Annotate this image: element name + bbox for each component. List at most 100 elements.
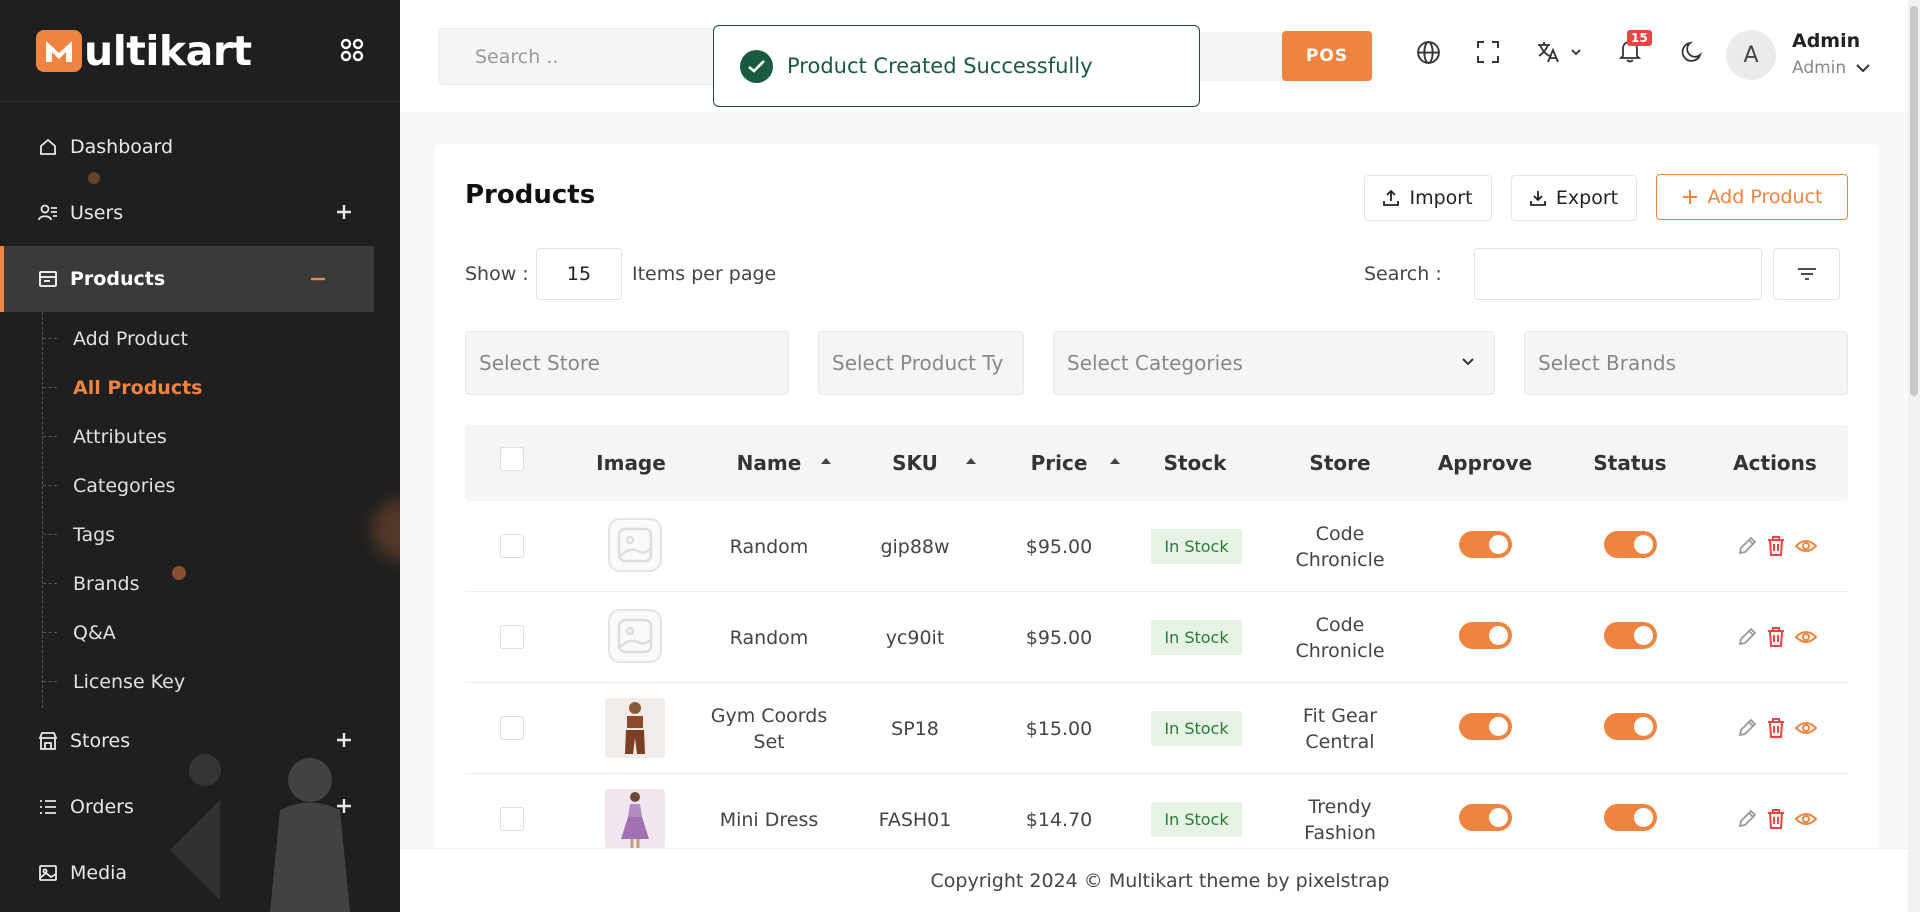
check-circle-icon <box>740 49 773 83</box>
translate-icon[interactable] <box>1536 40 1584 64</box>
chevron-down-icon <box>1462 358 1474 366</box>
row-checkbox[interactable] <box>500 534 524 558</box>
pos-button[interactable]: POS <box>1282 31 1372 81</box>
row-checkbox[interactable] <box>500 716 524 740</box>
view-eye-icon[interactable] <box>1795 536 1817 556</box>
sort-up-icon[interactable] <box>1109 457 1121 465</box>
submenu-attributes[interactable]: Attributes <box>43 412 400 461</box>
filter-button[interactable] <box>1773 248 1840 300</box>
product-price: $15.00 <box>1025 718 1093 740</box>
add-product-button[interactable]: Add Product <box>1656 174 1848 220</box>
import-button[interactable]: Import <box>1364 175 1492 221</box>
user-role[interactable]: Admin <box>1792 58 1870 78</box>
col-approve: Approve <box>1437 451 1533 475</box>
users-icon <box>38 203 58 223</box>
product-thumbnail <box>605 698 665 758</box>
edit-pencil-icon[interactable] <box>1737 809 1757 829</box>
sidebar: ultikart Dashboard Users Products Add Pr… <box>0 0 400 912</box>
sidebar-item-label: Media <box>70 862 128 884</box>
logo[interactable]: ultikart <box>36 27 252 75</box>
select-all-checkbox[interactable] <box>500 447 524 471</box>
dark-mode-moon-icon[interactable] <box>1680 40 1704 64</box>
sidebar-header: ultikart <box>0 0 400 102</box>
approve-toggle[interactable] <box>1459 804 1512 831</box>
page-scrollbar[interactable] <box>1908 0 1920 912</box>
sidebar-item-label: Users <box>70 202 124 224</box>
status-toggle[interactable] <box>1604 622 1657 649</box>
collapse-minus-icon[interactable] <box>310 276 326 282</box>
sort-up-icon[interactable] <box>820 457 832 465</box>
sidebar-item-users[interactable]: Users <box>0 180 400 246</box>
avatar[interactable]: A <box>1726 30 1776 80</box>
submenu-qa[interactable]: Q&A <box>43 608 400 657</box>
submenu-tags[interactable]: Tags <box>43 510 400 559</box>
upload-icon <box>1383 190 1400 206</box>
sidebar-item-products[interactable]: Products <box>0 246 374 312</box>
export-button[interactable]: Export <box>1511 175 1637 221</box>
view-eye-icon[interactable] <box>1795 718 1817 738</box>
product-thumbnail <box>605 789 665 849</box>
edit-pencil-icon[interactable] <box>1737 536 1757 556</box>
select-store[interactable]: Select Store <box>465 331 789 395</box>
sidebar-illustration <box>170 754 350 912</box>
row-checkbox[interactable] <box>500 625 524 649</box>
product-name: Gym Coords Set <box>710 705 828 753</box>
edit-pencil-icon[interactable] <box>1737 718 1757 738</box>
submenu-brands[interactable]: Brands <box>43 559 400 608</box>
app-grid-icon[interactable] <box>340 38 364 62</box>
plus-icon <box>1682 189 1698 205</box>
status-toggle[interactable] <box>1604 804 1657 831</box>
product-sku: yc90it <box>885 627 945 649</box>
sort-up-icon[interactable] <box>965 457 977 465</box>
row-checkbox[interactable] <box>500 807 524 831</box>
image-icon <box>38 863 58 883</box>
trash-icon[interactable] <box>1766 626 1786 648</box>
globe-icon[interactable] <box>1416 40 1441 65</box>
toast-message: Product Created Successfully <box>787 54 1093 78</box>
col-price[interactable]: Price <box>999 451 1119 475</box>
product-name: Random <box>729 627 809 649</box>
col-sku[interactable]: SKU <box>855 451 975 475</box>
placeholder-image-icon <box>608 609 662 663</box>
success-toast: Product Created Successfully <box>713 25 1200 107</box>
sidebar-item-label: Dashboard <box>70 136 174 158</box>
approve-toggle[interactable] <box>1459 622 1512 649</box>
fullscreen-icon[interactable] <box>1476 40 1500 64</box>
trash-icon[interactable] <box>1766 808 1786 830</box>
col-actions: Actions <box>1733 451 1817 475</box>
per-page-input[interactable]: 15 <box>536 248 622 300</box>
submenu-add-product[interactable]: Add Product <box>43 314 400 363</box>
table-header: Image Name SKU Price Stock Store Approve… <box>465 425 1848 501</box>
sidebar-item-dashboard[interactable]: Dashboard <box>0 114 400 180</box>
approve-toggle[interactable] <box>1459 531 1512 558</box>
submenu-categories[interactable]: Categories <box>43 461 400 510</box>
view-eye-icon[interactable] <box>1795 809 1817 829</box>
select-brands[interactable]: Select Brands <box>1524 331 1848 395</box>
expand-plus-icon[interactable] <box>336 204 352 220</box>
submenu-license-key[interactable]: License Key <box>43 657 400 706</box>
sidebar-item-label: Products <box>70 268 166 290</box>
table-search-input[interactable] <box>1474 248 1762 300</box>
approve-toggle[interactable] <box>1459 713 1512 740</box>
trash-icon[interactable] <box>1766 535 1786 557</box>
select-product-type[interactable]: Select Product Ty <box>818 331 1024 395</box>
orders-icon <box>38 797 58 817</box>
product-sku: SP18 <box>891 718 939 740</box>
user-name[interactable]: Admin <box>1792 30 1860 52</box>
col-status: Status <box>1593 451 1667 475</box>
status-toggle[interactable] <box>1604 531 1657 558</box>
trash-icon[interactable] <box>1766 717 1786 739</box>
chevron-down-icon <box>1856 63 1870 73</box>
col-name[interactable]: Name <box>709 451 829 475</box>
store-name: Code Chronicle <box>1295 614 1385 662</box>
items-per-page-label: Items per page <box>632 263 777 285</box>
view-eye-icon[interactable] <box>1795 627 1817 647</box>
submenu-all-products[interactable]: All Products <box>43 363 400 412</box>
placeholder-image-icon <box>608 518 662 572</box>
select-categories[interactable]: Select Categories <box>1053 331 1495 395</box>
status-toggle[interactable] <box>1604 713 1657 740</box>
edit-pencil-icon[interactable] <box>1737 627 1757 647</box>
copyright-text: Copyright 2024 © Multikart theme by pixe… <box>930 869 1390 892</box>
table-row: Gym Coords Set SP18 $15.00 In Stock Fit … <box>465 683 1848 774</box>
add-product-label: Add Product <box>1707 186 1823 208</box>
